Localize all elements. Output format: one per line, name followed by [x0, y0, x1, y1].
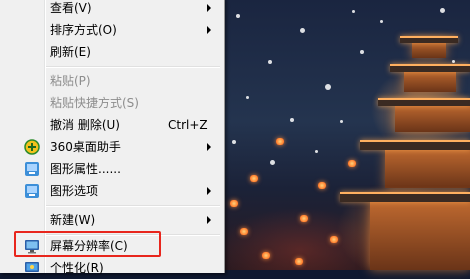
- menu-item-undo-delete[interactable]: 撤消 删除(U) Ctrl+Z: [0, 114, 224, 136]
- graphics-properties-icon: [25, 162, 39, 176]
- lantern: [348, 160, 356, 167]
- personalize-icon: [25, 262, 39, 272]
- snowflake: [236, 14, 240, 18]
- snowflake: [270, 160, 275, 165]
- menu-item-shortcut: Ctrl+Z: [168, 118, 208, 132]
- menu-item-label: 图形属性......: [50, 162, 121, 176]
- snowflake: [315, 150, 318, 153]
- highlight-box: [14, 231, 161, 257]
- menu-item-label: 查看(V): [50, 1, 92, 15]
- pagoda-roof: [360, 140, 470, 150]
- menu-item-refresh[interactable]: 刷新(E): [0, 41, 224, 63]
- pagoda-roof: [390, 64, 470, 72]
- lantern: [318, 182, 326, 189]
- pagoda-roof: [340, 192, 470, 202]
- menu-item-view[interactable]: 查看(V): [0, 0, 224, 19]
- graphics-options-icon: [25, 184, 39, 198]
- menu-item-paste[interactable]: 粘贴(P): [0, 70, 224, 92]
- lantern: [295, 258, 303, 265]
- menu-item-360-assistant[interactable]: 360桌面助手: [0, 136, 224, 158]
- lantern: [230, 200, 238, 207]
- snowflake: [452, 60, 455, 63]
- submenu-arrow-icon: [207, 4, 211, 12]
- snowflake: [352, 10, 355, 13]
- snowflake: [380, 20, 383, 23]
- menu-item-label: 撤消 删除(U): [50, 118, 120, 132]
- pagoda-tier: [385, 148, 470, 188]
- submenu-arrow-icon: [207, 187, 211, 195]
- menu-item-label: 排序方式(O): [50, 23, 117, 37]
- snowflake: [440, 8, 445, 13]
- snowflake: [360, 50, 364, 54]
- pagoda-tier: [370, 200, 470, 270]
- menu-item-graphics-options[interactable]: 图形选项: [0, 180, 224, 202]
- lantern: [250, 175, 258, 182]
- menu-item-label: 图形选项: [50, 184, 99, 198]
- menu-separator: [46, 66, 220, 68]
- snowflake: [340, 120, 343, 123]
- snowflake: [325, 84, 331, 90]
- menu-item-label: 个性化(R): [50, 261, 104, 275]
- snowflake: [246, 96, 249, 99]
- menu-item-personalize[interactable]: 个性化(R): [0, 257, 224, 279]
- lantern: [262, 252, 270, 259]
- snowflake: [300, 28, 305, 33]
- submenu-arrow-icon: [207, 143, 211, 151]
- pagoda-tier: [404, 70, 456, 92]
- snowflake: [268, 60, 272, 64]
- pagoda-roof: [400, 36, 458, 43]
- menu-item-sort-by[interactable]: 排序方式(O): [0, 19, 224, 41]
- submenu-arrow-icon: [207, 26, 211, 34]
- lantern: [330, 236, 338, 243]
- lantern: [240, 228, 248, 235]
- snowflake: [290, 118, 294, 122]
- menu-item-label: 粘贴(P): [50, 74, 91, 88]
- menu-separator: [46, 205, 220, 207]
- menu-item-graphics-properties[interactable]: 图形属性......: [0, 158, 224, 180]
- menu-item-paste-shortcut[interactable]: 粘贴快捷方式(S): [0, 92, 224, 114]
- 360-assistant-icon: [24, 139, 40, 155]
- pagoda-tier: [395, 104, 470, 132]
- lantern: [276, 138, 284, 145]
- menu-item-label: 刷新(E): [50, 45, 91, 59]
- lantern: [300, 215, 308, 222]
- pagoda-roof: [378, 98, 470, 106]
- snowflake: [232, 140, 236, 144]
- menu-item-label: 360桌面助手: [50, 140, 121, 154]
- submenu-arrow-icon: [207, 216, 211, 224]
- menu-item-new[interactable]: 新建(W): [0, 209, 224, 231]
- menu-item-label: 新建(W): [50, 213, 96, 227]
- menu-item-label: 粘贴快捷方式(S): [50, 96, 139, 110]
